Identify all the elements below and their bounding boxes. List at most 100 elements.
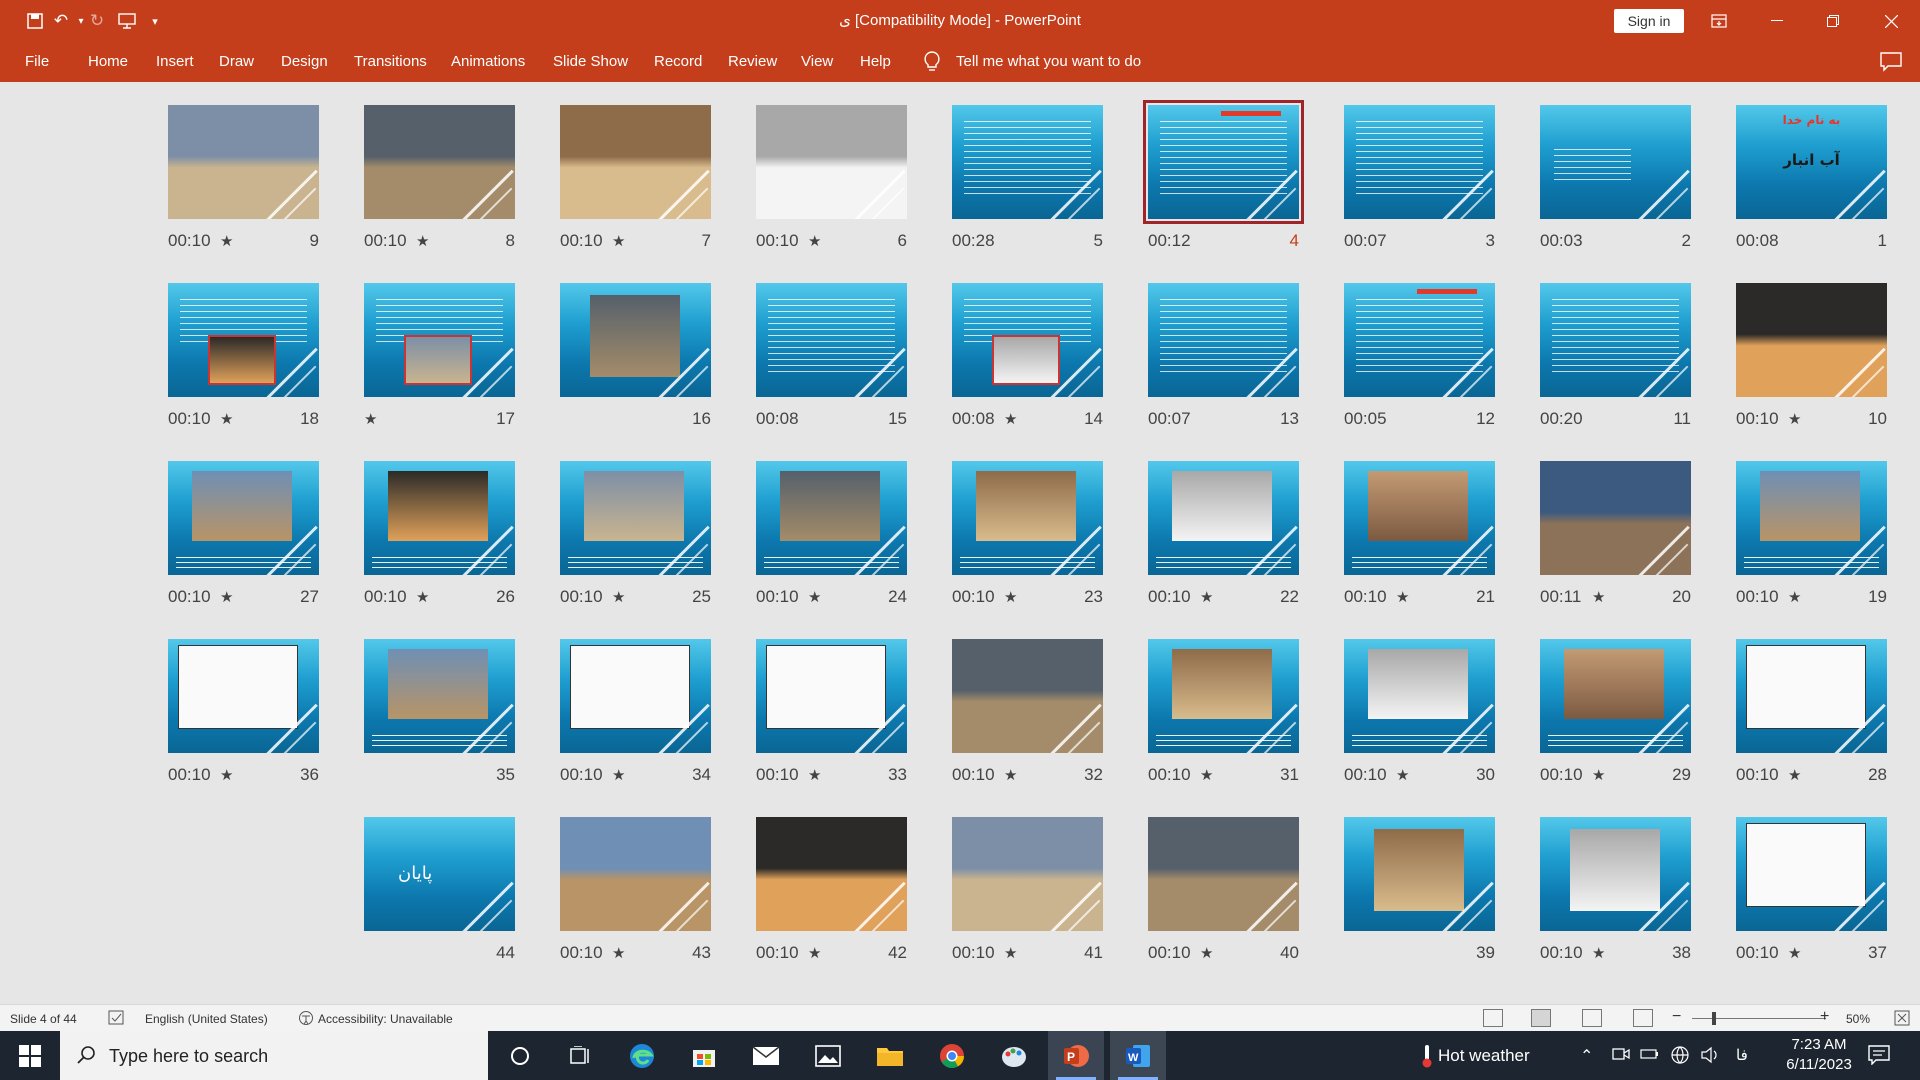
- tab-transitions[interactable]: Transitions: [354, 53, 427, 70]
- accessibility-status[interactable]: Accessibility: Unavailable: [318, 1012, 453, 1026]
- slide-28[interactable]: 00:10 ★ 28: [1736, 639, 1887, 789]
- language-status[interactable]: English (United States): [145, 1012, 268, 1026]
- slide-thumbnail[interactable]: [1344, 639, 1495, 753]
- cortana-icon[interactable]: [492, 1031, 548, 1080]
- close-icon[interactable]: [1868, 0, 1914, 42]
- slide-thumbnail[interactable]: [756, 639, 907, 753]
- slide-19[interactable]: 00:10 ★ 19: [1736, 461, 1887, 611]
- slide-13[interactable]: 00:07 13: [1148, 283, 1299, 433]
- slide-thumbnail[interactable]: [756, 461, 907, 575]
- tab-animations[interactable]: Animations: [451, 53, 525, 70]
- slide-thumbnail[interactable]: [1143, 100, 1304, 224]
- slide-thumbnail[interactable]: [168, 461, 319, 575]
- tab-design[interactable]: Design: [281, 53, 328, 70]
- edge-icon[interactable]: [614, 1031, 670, 1080]
- slide-thumbnail[interactable]: [1344, 461, 1495, 575]
- slide-thumbnail[interactable]: [560, 283, 711, 397]
- slide-thumbnail[interactable]: [1540, 461, 1691, 575]
- slide-thumbnail[interactable]: [1344, 283, 1495, 397]
- meet-now-icon[interactable]: [1612, 1046, 1630, 1067]
- zoom-out-icon[interactable]: −: [1672, 1008, 1681, 1026]
- zoom-in-icon[interactable]: +: [1820, 1008, 1829, 1026]
- file-explorer-icon[interactable]: [862, 1031, 918, 1080]
- slide-36[interactable]: 00:10 ★ 36: [168, 639, 319, 789]
- slide-thumbnail[interactable]: پایان: [364, 817, 515, 931]
- slide-thumbnail[interactable]: [168, 639, 319, 753]
- restore-icon[interactable]: [1810, 0, 1856, 42]
- slide-thumbnail[interactable]: [560, 105, 711, 219]
- slide-10[interactable]: 00:10 ★ 10: [1736, 283, 1887, 433]
- slide-6[interactable]: 00:10 ★ 6: [756, 105, 907, 255]
- tab-file[interactable]: File: [25, 53, 49, 70]
- mail-icon[interactable]: [738, 1031, 794, 1080]
- minimize-icon[interactable]: [1754, 0, 1800, 42]
- input-language[interactable]: فا: [1736, 1046, 1748, 1064]
- slide-37[interactable]: 00:10 ★ 37: [1736, 817, 1887, 967]
- store-icon[interactable]: [676, 1031, 732, 1080]
- slide-thumbnail[interactable]: [952, 817, 1103, 931]
- tab-review[interactable]: Review: [728, 53, 777, 70]
- weather-widget[interactable]: Hot weather: [1438, 1046, 1530, 1066]
- system-clock[interactable]: 7:23 AM 6/11/2023: [1774, 1035, 1864, 1075]
- slide-sorter-view-icon[interactable]: [1531, 1009, 1551, 1027]
- taskbar-search[interactable]: Type here to search: [60, 1031, 488, 1080]
- slide-thumbnail[interactable]: [560, 817, 711, 931]
- slide-34[interactable]: 00:10 ★ 34: [560, 639, 711, 789]
- tab-slide-show[interactable]: Slide Show: [553, 53, 628, 70]
- slide-thumbnail[interactable]: [1540, 639, 1691, 753]
- slide-4[interactable]: 00:12 4: [1143, 100, 1304, 255]
- slide-7[interactable]: 00:10 ★ 7: [560, 105, 711, 255]
- paint-icon[interactable]: [986, 1031, 1042, 1080]
- slide-thumbnail[interactable]: [1540, 283, 1691, 397]
- slide-thumbnail[interactable]: [1540, 817, 1691, 931]
- powerpoint-taskbar-icon[interactable]: P: [1048, 1031, 1104, 1080]
- slide-thumbnail[interactable]: [364, 283, 515, 397]
- slide-17[interactable]: ★ 17: [364, 283, 515, 433]
- slide-thumbnail[interactable]: [364, 639, 515, 753]
- slide-29[interactable]: 00:10 ★ 29: [1540, 639, 1691, 789]
- tab-home[interactable]: Home: [88, 53, 128, 70]
- slide-1[interactable]: به نام خدا آب انبار 00:08 1: [1736, 105, 1887, 255]
- slide-39[interactable]: 39: [1344, 817, 1495, 967]
- zoom-level[interactable]: 50%: [1846, 1012, 1870, 1026]
- slide-14[interactable]: 00:08 ★ 14: [952, 283, 1103, 433]
- slide-26[interactable]: 00:10 ★ 26: [364, 461, 515, 611]
- notifications-icon[interactable]: [1868, 1045, 1890, 1070]
- tab-draw[interactable]: Draw: [219, 53, 254, 70]
- thermometer-icon[interactable]: [1420, 1044, 1434, 1073]
- comments-icon[interactable]: [1880, 52, 1902, 72]
- slide-thumbnail[interactable]: [168, 105, 319, 219]
- slide-5[interactable]: 00:28 5: [952, 105, 1103, 255]
- notes-check-icon[interactable]: [108, 1010, 126, 1029]
- slide-thumbnail[interactable]: به نام خدا آب انبار: [1736, 105, 1887, 219]
- slide-27[interactable]: 00:10 ★ 27: [168, 461, 319, 611]
- slide-18[interactable]: 00:10 ★ 18: [168, 283, 319, 433]
- slide-show-view-icon[interactable]: [1633, 1009, 1653, 1027]
- chevron-up-icon[interactable]: ⌃: [1580, 1046, 1593, 1066]
- slide-9[interactable]: 00:10 ★ 9: [168, 105, 319, 255]
- slide-30[interactable]: 00:10 ★ 30: [1344, 639, 1495, 789]
- slide-3[interactable]: 00:07 3: [1344, 105, 1495, 255]
- slide-2[interactable]: 00:03 2: [1540, 105, 1691, 255]
- slide-thumbnail[interactable]: [1736, 639, 1887, 753]
- tab-view[interactable]: View: [801, 53, 833, 70]
- slide-31[interactable]: 00:10 ★ 31: [1148, 639, 1299, 789]
- slide-thumbnail[interactable]: [1344, 105, 1495, 219]
- slide-thumbnail[interactable]: [364, 105, 515, 219]
- slide-thumbnail[interactable]: [952, 461, 1103, 575]
- slide-33[interactable]: 00:10 ★ 33: [756, 639, 907, 789]
- windows-start-icon[interactable]: [0, 1031, 60, 1080]
- tab-insert[interactable]: Insert: [156, 53, 194, 70]
- accessibility-icon[interactable]: [298, 1010, 314, 1029]
- slide-35[interactable]: 35: [364, 639, 515, 789]
- slide-thumbnail[interactable]: [756, 105, 907, 219]
- slide-thumbnail[interactable]: [1540, 105, 1691, 219]
- slide-thumbnail[interactable]: [1148, 461, 1299, 575]
- sign-in-button[interactable]: Sign in: [1614, 9, 1684, 33]
- slide-16[interactable]: 16: [560, 283, 711, 433]
- slide-43[interactable]: 00:10 ★ 43: [560, 817, 711, 967]
- slide-24[interactable]: 00:10 ★ 24: [756, 461, 907, 611]
- battery-icon[interactable]: [1640, 1046, 1660, 1067]
- slide-thumbnail[interactable]: [1736, 817, 1887, 931]
- slide-12[interactable]: 00:05 12: [1344, 283, 1495, 433]
